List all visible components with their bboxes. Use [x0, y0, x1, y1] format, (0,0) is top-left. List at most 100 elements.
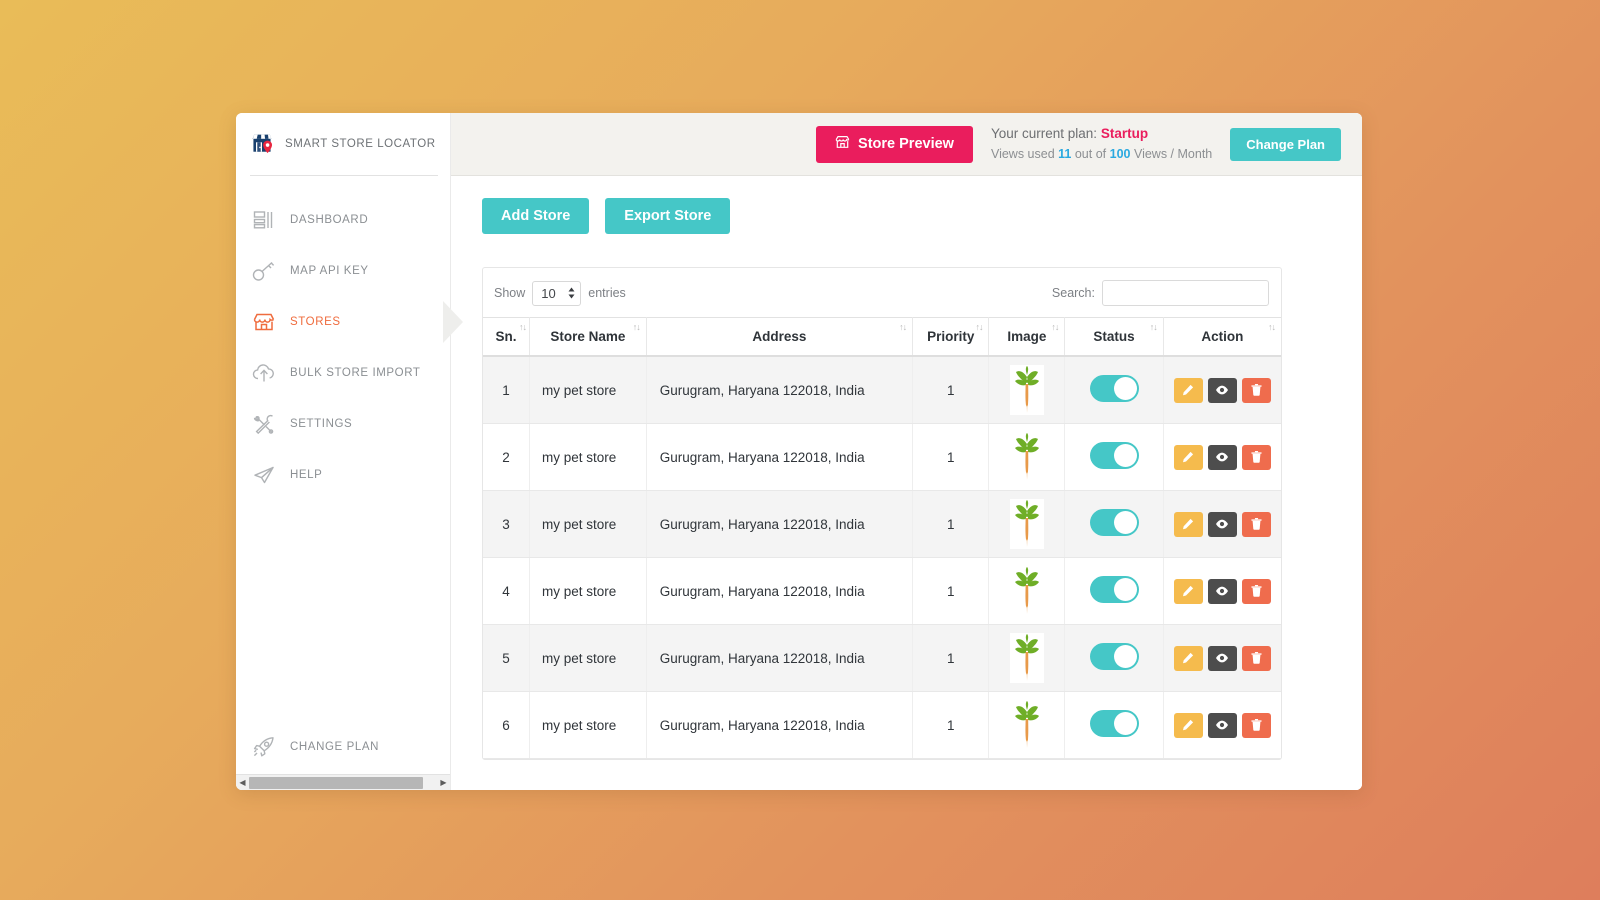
plant-thumbnail	[1010, 566, 1044, 616]
edit-row-button[interactable]	[1174, 378, 1203, 403]
sidebar-item-label: SETTINGS	[290, 418, 352, 430]
delete-row-button[interactable]	[1242, 512, 1271, 537]
view-row-button[interactable]	[1208, 378, 1237, 403]
row-action-group	[1172, 445, 1273, 470]
edit-row-button[interactable]	[1174, 579, 1203, 604]
delete-row-button[interactable]	[1242, 713, 1271, 738]
column-header-status[interactable]: Status ↑↓	[1065, 318, 1163, 357]
cell-sn: 5	[483, 625, 530, 692]
delete-row-button[interactable]	[1242, 445, 1271, 470]
trash-icon	[1251, 518, 1262, 530]
cell-status	[1065, 558, 1163, 625]
cell-sn: 3	[483, 491, 530, 558]
table-head: Sn. ↑↓ Store Name ↑↓ Address ↑↓	[483, 318, 1281, 357]
plant-thumbnail	[1010, 700, 1044, 750]
table-row[interactable]: 6 my pet store Gurugram, Haryana 122018,…	[483, 692, 1281, 759]
plant-thumbnail	[1010, 365, 1044, 415]
cell-status	[1065, 491, 1163, 558]
content-area: Add Store Export Store Show 10 entries	[451, 176, 1362, 790]
scroll-left-arrow-icon[interactable]: ◀	[236, 775, 249, 791]
sidebar-item-map-api-key[interactable]: MAP API KEY	[236, 245, 450, 296]
entries-label: entries	[588, 286, 626, 300]
edit-row-button[interactable]	[1174, 646, 1203, 671]
toggle-knob	[1114, 511, 1137, 534]
cell-image	[989, 625, 1065, 692]
change-plan-button[interactable]: Change Plan	[1230, 128, 1341, 161]
toggle-knob	[1114, 377, 1137, 400]
column-header-sn[interactable]: Sn. ↑↓	[483, 318, 530, 357]
status-toggle[interactable]	[1090, 576, 1139, 603]
table-row[interactable]: 1 my pet store Gurugram, Haryana 122018,…	[483, 356, 1281, 424]
plant-thumbnail	[1010, 499, 1044, 549]
current-plan-prefix: Your current plan:	[991, 126, 1097, 141]
column-header-priority[interactable]: Priority ↑↓	[913, 318, 989, 357]
table-row[interactable]: 4 my pet store Gurugram, Haryana 122018,…	[483, 558, 1281, 625]
scrollbar-thumb[interactable]	[249, 777, 423, 789]
column-label: Address	[752, 329, 806, 344]
column-header-image[interactable]: Image ↑↓	[989, 318, 1065, 357]
table-row[interactable]: 5 my pet store Gurugram, Haryana 122018,…	[483, 625, 1281, 692]
cell-priority: 1	[913, 424, 989, 491]
sidebar-item-dashboard[interactable]: DASHBOARD	[236, 194, 450, 245]
sidebar-horizontal-scrollbar[interactable]: ◀ ▶	[236, 774, 450, 790]
status-toggle[interactable]	[1090, 375, 1139, 402]
pencil-icon	[1182, 585, 1194, 597]
eye-icon	[1215, 385, 1229, 395]
status-toggle[interactable]	[1090, 509, 1139, 536]
sidebar-item-help[interactable]: HELP	[236, 449, 450, 500]
sidebar-item-bulk-store-import[interactable]: BULK STORE IMPORT	[236, 347, 450, 398]
cell-store-name: my pet store	[530, 625, 647, 692]
scrollbar-track[interactable]	[249, 775, 437, 791]
view-row-button[interactable]	[1208, 713, 1237, 738]
entries-per-page-select[interactable]: 10	[532, 281, 581, 306]
cell-sn: 1	[483, 356, 530, 424]
export-store-button[interactable]: Export Store	[605, 198, 730, 234]
brand-header[interactable]: SMART STORE LOCATOR	[236, 113, 450, 175]
edit-row-button[interactable]	[1174, 445, 1203, 470]
search-control: Search:	[1052, 280, 1269, 306]
main-area: Store Preview Your current plan: Startup…	[450, 113, 1362, 790]
sidebar-item-change-plan[interactable]: CHANGE PLAN	[236, 721, 450, 772]
edit-row-button[interactable]	[1174, 713, 1203, 738]
column-header-store-name[interactable]: Store Name ↑↓	[530, 318, 647, 357]
add-store-button[interactable]: Add Store	[482, 198, 589, 234]
edit-row-button[interactable]	[1174, 512, 1203, 537]
cell-store-name: my pet store	[530, 558, 647, 625]
sidebar-item-stores[interactable]: STORES	[236, 296, 450, 347]
pencil-icon	[1182, 719, 1194, 731]
delete-row-button[interactable]	[1242, 579, 1271, 604]
column-label: Sn.	[496, 329, 517, 344]
eye-icon	[1215, 452, 1229, 462]
delete-row-button[interactable]	[1242, 378, 1271, 403]
row-action-group	[1172, 579, 1273, 604]
view-row-button[interactable]	[1208, 646, 1237, 671]
cell-image	[989, 692, 1065, 759]
status-toggle[interactable]	[1090, 442, 1139, 469]
entries-per-page-value: 10	[541, 286, 555, 301]
scroll-right-arrow-icon[interactable]: ▶	[437, 775, 450, 791]
search-input[interactable]	[1102, 280, 1269, 306]
view-row-button[interactable]	[1208, 512, 1237, 537]
key-icon	[252, 259, 276, 283]
store-preview-button[interactable]: Store Preview	[816, 126, 973, 163]
cell-address: Gurugram, Haryana 122018, India	[646, 692, 912, 759]
sort-arrows-icon: ↑↓	[633, 323, 640, 332]
status-toggle[interactable]	[1090, 710, 1139, 737]
table-row[interactable]: 2 my pet store Gurugram, Haryana 122018,…	[483, 424, 1281, 491]
sidebar-item-settings[interactable]: SETTINGS	[236, 398, 450, 449]
rocket-icon	[252, 735, 276, 759]
view-row-button[interactable]	[1208, 579, 1237, 604]
trash-icon	[1251, 652, 1262, 664]
column-header-address[interactable]: Address ↑↓	[646, 318, 912, 357]
plant-thumbnail	[1010, 633, 1044, 683]
status-toggle[interactable]	[1090, 643, 1139, 670]
cell-address: Gurugram, Haryana 122018, India	[646, 424, 912, 491]
table-row[interactable]: 3 my pet store Gurugram, Haryana 122018,…	[483, 491, 1281, 558]
row-action-group	[1172, 713, 1273, 738]
eye-icon	[1215, 586, 1229, 596]
view-row-button[interactable]	[1208, 445, 1237, 470]
delete-row-button[interactable]	[1242, 646, 1271, 671]
brand-title: SMART STORE LOCATOR	[285, 138, 436, 150]
sidebar-item-label: CHANGE PLAN	[290, 741, 379, 753]
column-header-action[interactable]: Action ↑↓	[1163, 318, 1281, 357]
